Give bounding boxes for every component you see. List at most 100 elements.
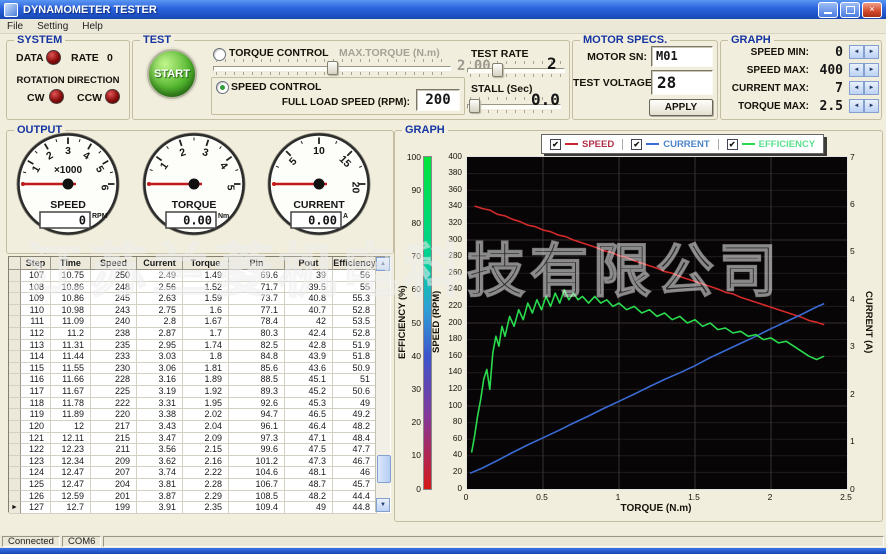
column-header-torque[interactable]: Torque [183, 257, 229, 270]
table-row[interactable]: 10710.752502.491.4969.63956 [9, 270, 390, 282]
status-spacer [103, 536, 884, 547]
table-cell: 85.6 [229, 363, 285, 375]
torque-max-spinner[interactable]: ◄► [849, 99, 879, 113]
current-max-spinner[interactable]: ◄► [849, 81, 879, 95]
table-row[interactable]: 11111.092402.81.6778.44253.5 [9, 316, 390, 328]
column-header-step[interactable]: Step [21, 257, 51, 270]
motor-sn-input[interactable]: M01 [651, 46, 713, 67]
legend-item-speed[interactable]: ✔SPEED [542, 139, 622, 150]
table-row[interactable]: 12612.592013.872.29108.548.244.4 [9, 491, 390, 503]
table-cell: 46 [333, 467, 377, 479]
start-button[interactable]: START [147, 49, 197, 99]
menu-setting[interactable]: Setting [30, 21, 75, 32]
table-cell: 69.6 [229, 270, 285, 282]
legend-checkbox[interactable]: ✔ [631, 139, 642, 150]
chart-plot [466, 156, 848, 490]
torque-control-label: TORQUE CONTROL [229, 47, 329, 59]
table-row[interactable]: 12112.112153.472.0997.347.148.4 [9, 433, 390, 445]
test-voltage-input[interactable]: 28 [651, 70, 713, 95]
menu-file[interactable]: File [0, 21, 30, 32]
table-row[interactable]: 12412.472073.742.22104.648.146 [9, 467, 390, 479]
table-cell: 55.3 [333, 293, 377, 305]
table-row[interactable]: 12212.232113.562.1599.647.547.7 [9, 444, 390, 456]
table-cell: 94.7 [229, 409, 285, 421]
table-row[interactable]: 11611.662283.161.8988.545.151 [9, 374, 390, 386]
table-cell: 45.2 [285, 386, 333, 398]
table-row[interactable]: 11711.672253.191.9289.345.250.6 [9, 386, 390, 398]
menu-help[interactable]: Help [75, 21, 110, 32]
scroll-down-icon[interactable]: ▼ [376, 498, 390, 512]
table-cell: 11.31 [51, 340, 91, 352]
speed-min-spinner[interactable]: ◄► [849, 45, 879, 59]
table-row[interactable]: 10810.862482.561.5271.739.555 [9, 282, 390, 294]
scroll-up-icon[interactable]: ▲ [376, 257, 390, 271]
minimize-button[interactable] [818, 2, 838, 18]
table-cell: 2.63 [137, 293, 183, 305]
torque-gauge-svg: 12345TORQUE0.00Nm [142, 132, 246, 236]
stall-slider-thumb[interactable] [469, 99, 480, 113]
table-cell: 107 [21, 270, 51, 282]
table-cell: 2.95 [137, 340, 183, 352]
column-header-pout[interactable]: Pout [285, 257, 333, 270]
table-cell: 50.9 [333, 363, 377, 375]
speed-max-spinner[interactable]: ◄► [849, 63, 879, 77]
speed-tick-label: 140 [441, 367, 462, 376]
table-cell: 12.7 [51, 502, 91, 514]
table-row[interactable]: 12312.342093.622.16101.247.346.7 [9, 456, 390, 468]
column-header-current[interactable]: Current [137, 257, 183, 270]
table-cell: 101.2 [229, 456, 285, 468]
legend-item-current[interactable]: ✔CURRENT [622, 139, 717, 150]
table-cell: 3.31 [137, 398, 183, 410]
legend-checkbox[interactable]: ✔ [550, 139, 561, 150]
table-row[interactable]: 120122173.432.0496.146.448.2 [9, 421, 390, 433]
table-row[interactable]: 11211.22382.871.780.342.452.8 [9, 328, 390, 340]
max-torque-slider-thumb[interactable] [327, 61, 338, 75]
table-cell: 1.52 [183, 282, 229, 294]
legend-item-efficiency[interactable]: ✔EFFICIENCY [718, 139, 823, 150]
column-header-speed[interactable]: Speed [91, 257, 137, 270]
speed-tick-label: 240 [441, 284, 462, 293]
table-row[interactable]: 11811.782223.311.9592.645.349 [9, 398, 390, 410]
full-load-speed-input[interactable]: 200 [416, 89, 460, 111]
table-cell: 204 [91, 479, 137, 491]
table-cell: 56 [333, 270, 377, 282]
max-torque-slider[interactable] [213, 59, 451, 75]
column-header-time[interactable]: Time [51, 257, 91, 270]
chart-svg [467, 157, 847, 489]
apply-button[interactable]: APPLY [649, 99, 713, 116]
system-group: SYSTEM DATA RATE 0 ROTATION DIRECTION CW… [6, 40, 130, 120]
legend-checkbox[interactable]: ✔ [727, 139, 738, 150]
close-button[interactable]: × [862, 2, 882, 18]
table-row[interactable]: 11411.442333.031.884.843.951.8 [9, 351, 390, 363]
table-row[interactable]: 11010.982432.751.677.140.752.8 [9, 305, 390, 317]
table-row[interactable]: 11511.552303.061.8185.643.650.9 [9, 363, 390, 375]
speed-min-label: SPEED MIN: [723, 47, 809, 58]
motor-specs-caption: MOTOR SPECS. [580, 34, 670, 46]
svg-text:20: 20 [350, 182, 362, 194]
row-marker [9, 270, 21, 282]
column-header-pin[interactable]: Pin [229, 257, 285, 270]
test-rate-slider-thumb[interactable] [492, 63, 503, 77]
restore-button[interactable] [840, 2, 860, 18]
table-row[interactable]: 11911.892203.382.0294.746.549.2 [9, 409, 390, 421]
table-cell: 1.67 [183, 316, 229, 328]
table-row[interactable]: 11311.312352.951.7482.542.851.9 [9, 340, 390, 352]
column-header-efficiency[interactable]: Efficiency [333, 257, 377, 270]
speed-control-radio[interactable] [216, 81, 229, 94]
data-table[interactable]: StepTimeSpeedCurrentTorquePinPoutEfficie… [8, 256, 391, 513]
efficiency-tick-label: 60 [401, 284, 421, 294]
graph-panel: GRAPH ✔SPEED✔CURRENT✔EFFICIENCY EFFICIEN… [394, 130, 883, 522]
table-row[interactable]: 10910.862452.631.5973.740.855.3 [9, 293, 390, 305]
scroll-thumb[interactable] [377, 455, 391, 483]
table-cell: 47.3 [285, 456, 333, 468]
table-row[interactable]: 12512.472043.812.28106.748.745.7 [9, 479, 390, 491]
chart-legend: ✔SPEED✔CURRENT✔EFFICIENCY [541, 134, 824, 154]
table-scrollbar[interactable]: ▲ ▼ [375, 257, 390, 512]
title-bar[interactable]: DYNAMOMETER TESTER × [0, 0, 886, 19]
table-cell: 52.8 [333, 305, 377, 317]
table-row[interactable]: ►12712.71993.912.35109.44944.8 [9, 502, 390, 514]
current-gauge-label: CURRENT [293, 199, 345, 211]
efficiency-tick-label: 70 [401, 251, 421, 261]
table-cell: 111 [21, 316, 51, 328]
legend-line-swatch [565, 143, 578, 145]
